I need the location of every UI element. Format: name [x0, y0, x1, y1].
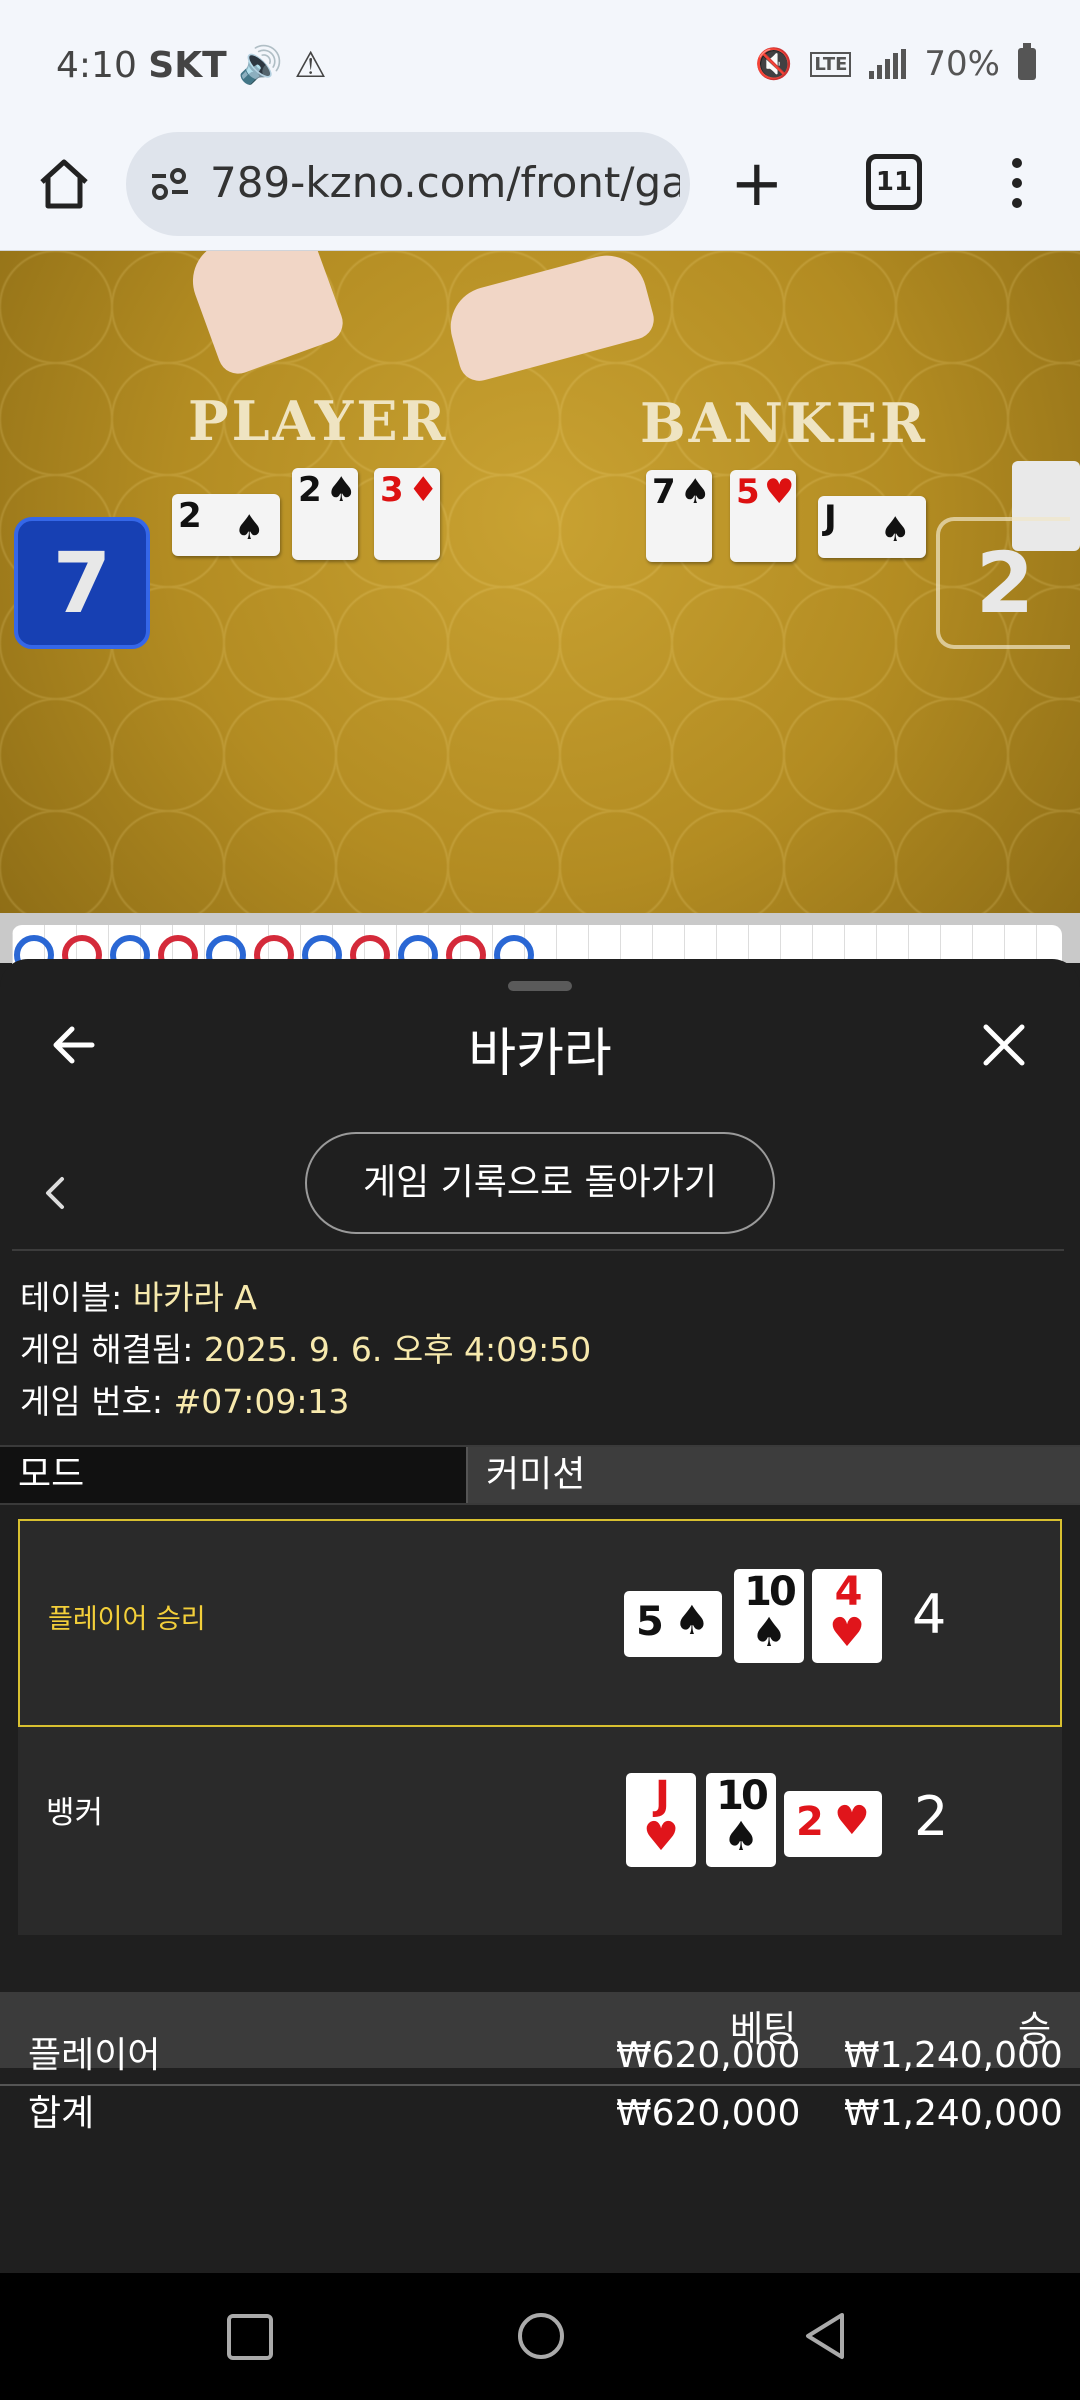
table-card-player-1: 2 ♠ [172, 494, 280, 556]
result-card: 4 ♥ [812, 1569, 882, 1663]
bet-amount: ₩620,000 [616, 2035, 801, 2076]
new-tab-icon[interactable]: + [730, 152, 784, 216]
banker-score-badge: 2 [936, 517, 1070, 649]
mute-icon: 🔇 [754, 46, 793, 82]
total-bet-amount: ₩620,000 [616, 2093, 801, 2134]
status-indicators: 🔇 LTE 70% [754, 43, 1036, 84]
banker-result-label: 뱅커 [46, 1795, 104, 1831]
back-to-history-button[interactable]: 게임 기록으로 돌아가기 [305, 1132, 775, 1234]
resolved-info-label: 게임 해결됨: [20, 1330, 194, 1369]
table-row-total: 합계 ₩620,000 ₩1,240,000 [0, 2086, 1080, 2142]
results-panel: 플레이어 승리 5 ♠ 10 ♠ 4 ♥ 4 뱅커 J ♥ 10 ♠ 2 ♥ 2 [18, 1519, 1062, 1935]
total-name: 합계 [28, 2093, 95, 2134]
table-card-player-3: 3 ♦ [374, 468, 440, 560]
divider [12, 1249, 1064, 1251]
banker-total: 2 [914, 1785, 949, 1848]
battery-text: 70% [924, 44, 1000, 84]
table-card-banker-2: 5 ♥ [730, 470, 796, 562]
total-win-amount: ₩1,240,000 [844, 2093, 1063, 2134]
close-icon[interactable] [976, 1017, 1032, 1073]
clock-text: 4:10 [56, 45, 137, 86]
banker-result-row: 뱅커 J ♥ 10 ♠ 2 ♥ 2 [18, 1727, 1062, 1935]
result-card: 10 ♠ [734, 1569, 804, 1663]
player-score-badge: 7 [14, 517, 150, 649]
table-info-label: 테이블: [20, 1278, 123, 1317]
win-amount: ₩1,240,000 [844, 2035, 1063, 2076]
banker-area-label: BANKER [640, 391, 928, 455]
table-info: 테이블: 바카라 A [20, 1271, 257, 1319]
volume-icon: 🔊 [238, 45, 283, 86]
sheet-drag-handle[interactable] [508, 981, 572, 991]
url-text[interactable]: 789-kzno.com/front/ga [210, 158, 680, 207]
signal-icon [869, 49, 907, 79]
resolved-info: 게임 해결됨: 2025. 9. 6. 오후 4:09:50 [20, 1323, 591, 1371]
result-card: J ♥ [626, 1773, 696, 1867]
result-card: 2 ♥ [784, 1791, 882, 1857]
table-card-player-2: 2 ♠ [292, 468, 358, 560]
battery-icon [1018, 43, 1036, 80]
table-row: 플레이어 ₩620,000 ₩1,240,000 [0, 2028, 1080, 2086]
bet-name: 플레이어 [28, 2035, 161, 2076]
system-nav-bar [0, 2273, 1080, 2400]
status-bar: 4:10 SKT 🔊 ⚠ 🔇 LTE 70% [0, 0, 1080, 132]
warning-icon: ⚠ [294, 45, 327, 86]
player-result-label: 플레이어 승리 [48, 1604, 206, 1635]
player-result-row: 플레이어 승리 5 ♠ 10 ♠ 4 ♥ 4 [18, 1519, 1062, 1727]
player-area-label: PLAYER [188, 389, 449, 453]
tab-switcher-button[interactable]: 11 [866, 154, 922, 210]
game-number-label: 게임 번호: [20, 1382, 164, 1421]
site-settings-icon[interactable] [148, 162, 192, 206]
sheet-title: 바카라 [468, 1024, 612, 1084]
mode-value: 커미션 [466, 1447, 1080, 1503]
lte-icon: LTE [810, 51, 852, 77]
result-card: 5 ♠ [624, 1591, 722, 1657]
status-time: 4:10 SKT 🔊 ⚠ [56, 44, 327, 86]
live-video: PLAYER BANKER 2 ♠ 2 ♠ 3 ♦ 7 ♠ 5 ♥ J ♠ [0, 251, 1080, 913]
browser-menu-icon[interactable] [1002, 152, 1032, 216]
recent-apps-icon[interactable] [226, 2313, 274, 2361]
bead-road-strip [0, 913, 1080, 985]
chevron-left-icon[interactable] [40, 1171, 70, 1215]
result-card: 10 ♠ [706, 1773, 776, 1867]
back-nav-icon[interactable] [800, 2311, 850, 2361]
mode-row: 모드 커미션 [0, 1445, 1080, 1505]
player-total: 4 [912, 1583, 947, 1646]
table-card-banker-1: 7 ♠ [646, 470, 712, 562]
game-number-info: 게임 번호: #07:09:13 [20, 1375, 349, 1423]
resolved-info-value: 2025. 9. 6. 오후 4:09:50 [203, 1330, 592, 1369]
table-card-banker-3: J ♠ [818, 496, 926, 558]
table-info-value: 바카라 A [132, 1278, 257, 1317]
carrier-text: SKT [148, 45, 227, 86]
mode-label: 모드 [0, 1447, 466, 1503]
address-bar[interactable]: 789-kzno.com/front/ga [126, 132, 690, 236]
home-nav-icon[interactable] [516, 2311, 566, 2361]
home-icon[interactable] [32, 152, 96, 216]
game-number-value: #07:09:13 [173, 1382, 350, 1421]
browser-toolbar: 789-kzno.com/front/ga + 11 [0, 132, 1080, 251]
